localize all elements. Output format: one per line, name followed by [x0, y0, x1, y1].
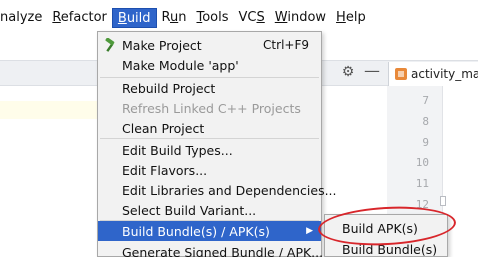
menu-build-label: Build [117, 11, 151, 26]
menu-item-clean-project[interactable]: Clean Project [98, 118, 321, 138]
edit-libraries-label: Edit Libraries and Dependencies... [122, 182, 337, 198]
menu-item-edit-build-types[interactable]: Edit Build Types... [98, 140, 321, 160]
line-number: 9 [422, 136, 429, 149]
menu-run-label: Run [161, 10, 187, 25]
menu-item-build-bundles-apks[interactable]: Build Bundle(s) / APK(s) ▶ [98, 221, 321, 241]
menu-run[interactable]: Run [157, 8, 192, 28]
menu-item-edit-libraries[interactable]: Edit Libraries and Dependencies... [98, 180, 337, 200]
generate-signed-label: Generate Signed Bundle / APK... [122, 244, 324, 257]
line-number: 11 [415, 177, 429, 190]
rebuild-project-label: Rebuild Project [122, 80, 216, 96]
menu-vcs[interactable]: VCS [234, 8, 270, 28]
menu-help-label: Help [336, 10, 366, 25]
menu-item-make-project[interactable]: Make Project Ctrl+F9 [98, 35, 321, 55]
clean-project-label: Clean Project [122, 120, 205, 136]
menu-window-label: Window [274, 10, 327, 25]
make-project-shortcut: Ctrl+F9 [263, 38, 309, 52]
make-project-label: Make Project [122, 37, 202, 53]
gear-icon[interactable]: ⚙ [340, 64, 356, 80]
menu-separator [100, 138, 319, 139]
select-build-variant-label: Select Build Variant... [122, 202, 257, 218]
line-number: 7 [422, 94, 429, 107]
submenu-arrow-icon: ▶ [306, 226, 313, 236]
build-bundles-apks-label: Build Bundle(s) / APK(s) [122, 223, 270, 239]
build-dropdown-menu: Make Project Ctrl+F9 Make Module 'app' R… [97, 31, 337, 257]
menu-tools-label: Tools [196, 10, 229, 25]
menu-item-edit-flavors[interactable]: Edit Flavors... [98, 160, 321, 180]
menu-item-select-build-variant[interactable]: Select Build Variant... [98, 200, 321, 220]
fold-marker-icon[interactable] [440, 196, 446, 206]
menu-item-make-module[interactable]: Make Module 'app' [98, 55, 321, 75]
main-menu-bar: nalyze Refactor Build Run Tools VCS Wind… [0, 0, 478, 33]
menu-window[interactable]: Window [270, 8, 331, 28]
menu-item-refresh-cpp: Refresh Linked C++ Projects [98, 98, 321, 118]
hammer-icon [105, 38, 115, 52]
make-module-label: Make Module 'app' [122, 57, 239, 73]
current-line-highlight [0, 101, 100, 119]
edit-build-types-label: Edit Build Types... [122, 142, 233, 158]
minimize-icon[interactable]: — [364, 63, 380, 80]
layout-file-icon [395, 68, 407, 80]
menu-tools[interactable]: Tools [191, 8, 233, 28]
editor-tab-label: activity_main [411, 67, 478, 81]
refresh-cpp-label: Refresh Linked C++ Projects [122, 100, 301, 116]
menu-item-generate-signed[interactable]: Generate Signed Bundle / APK... [98, 242, 324, 257]
menu-help[interactable]: Help [331, 8, 371, 28]
editor-tab-activity-main[interactable]: activity_main [388, 62, 478, 86]
menu-vcs-label: VCS [238, 10, 265, 25]
menu-refactor[interactable]: Refactor [47, 8, 112, 28]
menu-refactor-label: Refactor [52, 10, 107, 25]
menu-item-rebuild-project[interactable]: Rebuild Project [98, 78, 321, 98]
line-number: 8 [422, 115, 429, 128]
line-number: 10 [415, 156, 429, 169]
menu-analyze[interactable]: nalyze [0, 8, 47, 28]
edit-flavors-label: Edit Flavors... [122, 162, 208, 178]
menu-build[interactable]: Build [111, 8, 157, 28]
